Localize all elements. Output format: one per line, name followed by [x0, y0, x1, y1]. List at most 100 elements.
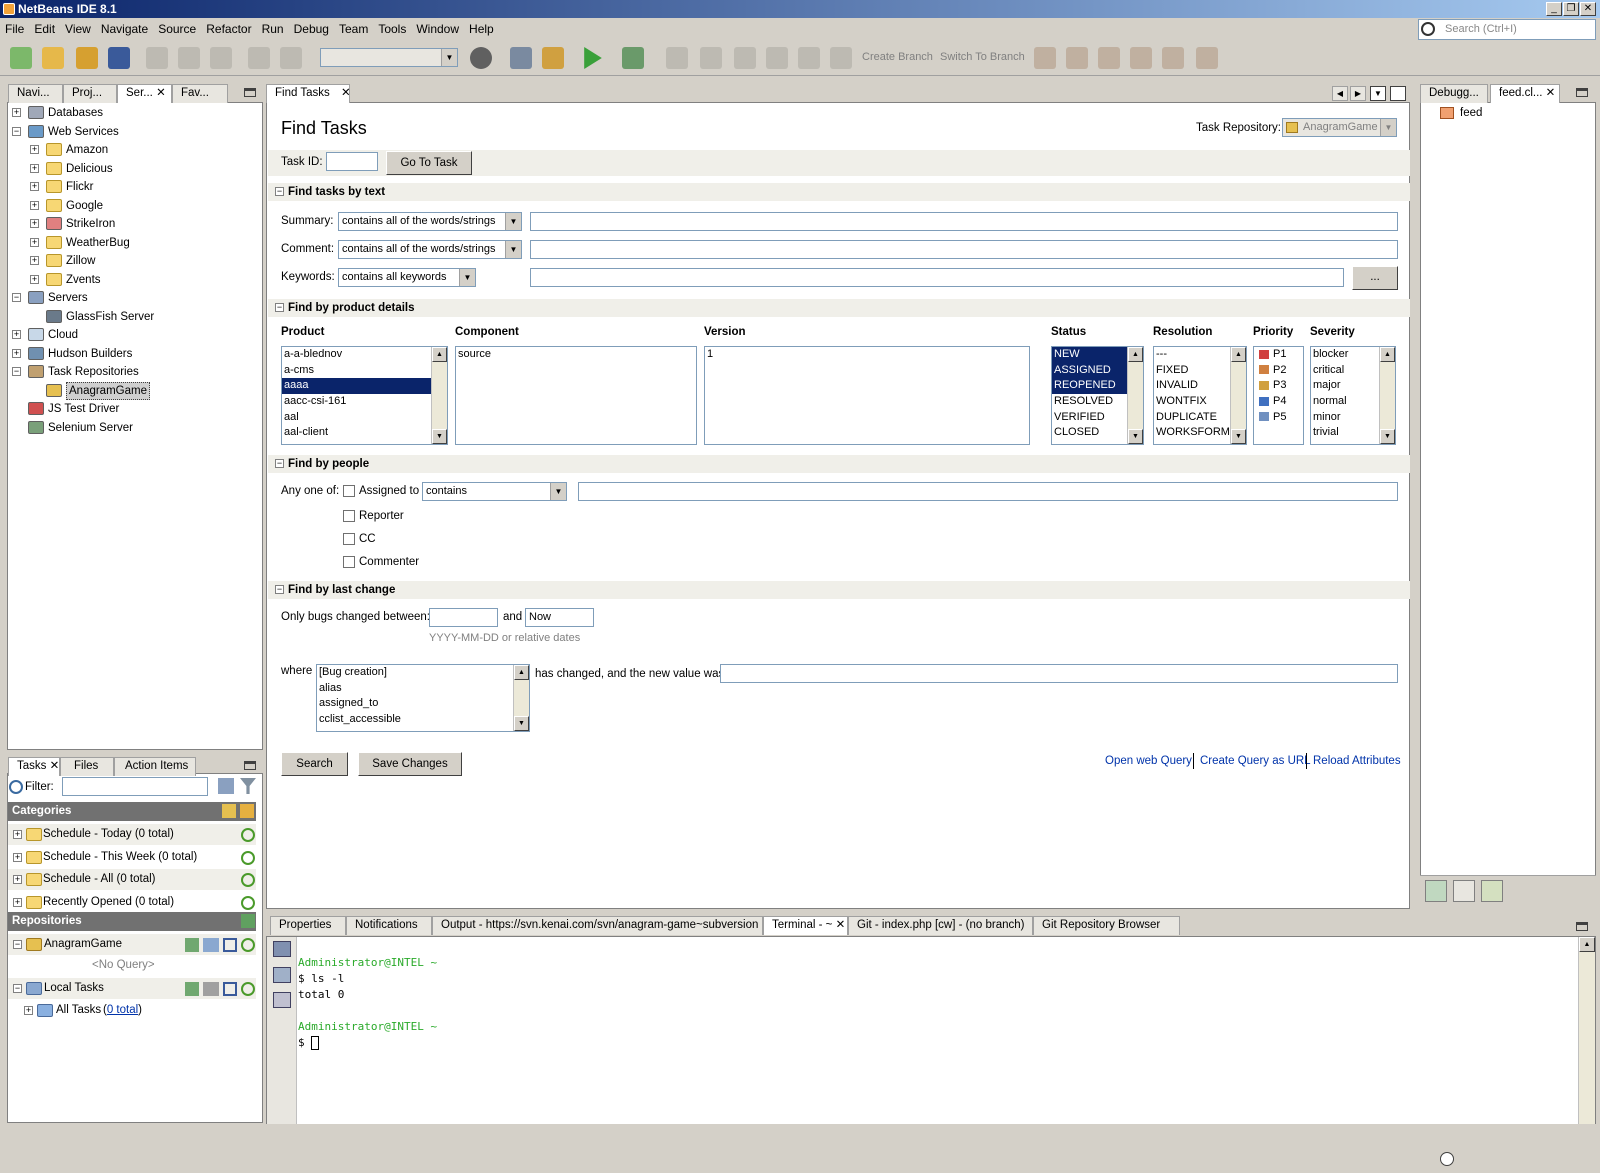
find-task-icon[interactable] [223, 982, 237, 996]
close-icon[interactable]: ✕ [341, 87, 349, 99]
tree-item[interactable]: Databases [48, 104, 103, 122]
list-item[interactable]: major [1311, 378, 1379, 394]
new-value-input[interactable] [720, 664, 1398, 683]
tree-item[interactable]: AnagramGame [66, 381, 150, 400]
commenter-checkbox[interactable] [343, 556, 355, 568]
component-list[interactable]: source [455, 346, 697, 445]
changed-field-list[interactable]: [Bug creation] alias assigned_to cclist_acc… [316, 664, 530, 732]
list-item[interactable]: --- [1154, 347, 1230, 363]
reporter-checkbox[interactable] [343, 510, 355, 522]
list-item[interactable]: aal-client [282, 425, 431, 441]
new-task-icon[interactable] [185, 982, 199, 996]
list-item[interactable]: CLOSED [1052, 425, 1127, 441]
menu-tools[interactable]: Tools [373, 19, 411, 39]
menu-source[interactable]: Source [153, 19, 201, 39]
scrollbar[interactable]: ▲ ▼ [1379, 347, 1395, 444]
menu-file[interactable]: File [0, 19, 29, 39]
vcs-merge-icon[interactable] [1130, 47, 1152, 69]
close-window-button[interactable]: ✕ [1580, 2, 1596, 16]
list-item[interactable]: P4 [1254, 394, 1303, 410]
new-file-icon[interactable] [10, 47, 32, 69]
tab-find-tasks[interactable]: Find Tasks ✕ [266, 84, 350, 103]
sort-tree-icon[interactable] [1453, 880, 1475, 902]
terminal-output[interactable]: Administrator@INTEL ~ $ ls -l total 0 Ad… [298, 955, 1568, 1051]
close-icon[interactable]: ✕ [50, 760, 59, 772]
vcs-branch-icon[interactable] [830, 47, 852, 69]
tree-item[interactable]: Task Repositories [48, 363, 139, 381]
expand-icon[interactable]: + [30, 200, 39, 210]
tab-favorites[interactable]: Fav... [172, 84, 228, 103]
scrollbar[interactable]: ▲ ▼ [1127, 347, 1143, 444]
tab-feed[interactable]: feed.cl... ✕ [1490, 84, 1560, 103]
changed-to-input[interactable]: Now [525, 608, 594, 627]
scroll-tabs-left-icon[interactable]: ◀ [1332, 86, 1348, 101]
add-category-icon[interactable] [222, 804, 236, 818]
list-item[interactable]: P3 [1254, 378, 1303, 394]
section-find-by-product[interactable]: − Find by product details [268, 299, 1410, 317]
list-item[interactable]: VERIFIED [1052, 410, 1127, 426]
tree-item[interactable]: Zillow [66, 252, 95, 270]
cc-checkbox[interactable] [343, 533, 355, 545]
expand-icon[interactable]: + [13, 830, 22, 839]
menu-run[interactable]: Run [257, 19, 289, 39]
category-item[interactable]: Schedule - This Week (0 total) [8, 846, 256, 868]
severity-list[interactable]: blocker critical major normal minor trivial ▲ ▼ [1310, 346, 1396, 445]
menu-navigate[interactable]: Navigate [96, 19, 153, 39]
tree-item[interactable]: Cloud [48, 326, 78, 344]
list-item[interactable]: P1 [1254, 347, 1303, 363]
save-changes-button[interactable]: Save Changes [358, 752, 462, 776]
debug-icon[interactable] [622, 47, 644, 69]
add-repository-icon[interactable] [241, 914, 255, 928]
task-id-input[interactable] [326, 152, 378, 171]
tab-output-1[interactable]: Notifications [346, 916, 432, 935]
profile-icon[interactable] [666, 47, 688, 69]
task-filter-input[interactable] [62, 777, 208, 796]
list-item[interactable]: REOPENED [1052, 378, 1127, 395]
summary-mode-combo[interactable]: contains all of the words/strings ▼ [338, 212, 522, 231]
version-list[interactable]: 1 [704, 346, 1030, 445]
list-item[interactable]: aacc-csi-161 [282, 394, 431, 410]
vcs-fetch-icon[interactable] [1034, 47, 1056, 69]
scrollbar[interactable]: ▲ ▼ [513, 665, 529, 731]
tab-output-4[interactable]: Git - index.php [cw] - (no branch) [848, 916, 1033, 935]
list-item[interactable]: minor [1311, 410, 1379, 426]
tree-item[interactable]: GlassFish Server [66, 308, 154, 326]
list-item[interactable]: normal [1311, 394, 1379, 410]
build-hammer-icon[interactable] [510, 47, 532, 69]
menu-edit[interactable]: Edit [29, 19, 60, 39]
new-query-icon[interactable] [203, 982, 219, 996]
tree-item[interactable]: Zvents [66, 271, 101, 289]
new-remote-terminal-icon[interactable] [273, 967, 291, 983]
list-item[interactable]: blocker [1311, 347, 1379, 363]
tab-output-0[interactable]: Properties [270, 916, 346, 935]
create-query-url-link[interactable]: Create Query as URL [1200, 755, 1311, 767]
tab-output-3[interactable]: Terminal - ~ ✕ [763, 916, 848, 935]
sort-icon[interactable] [218, 778, 234, 794]
maximize-editor-icon[interactable] [1390, 86, 1406, 101]
expand-icon[interactable]: + [30, 145, 39, 154]
resolution-list[interactable]: --- FIXED INVALID WONTFIX DUPLICATE WORKSFORM… [1153, 346, 1247, 445]
tree-item[interactable]: StrikeIron [66, 215, 115, 233]
category-item[interactable]: Recently Opened (0 total) [8, 891, 256, 913]
collapse-icon[interactable]: − [12, 293, 21, 302]
menu-debug[interactable]: Debug [289, 19, 334, 39]
terminal-settings-icon[interactable] [273, 992, 291, 1008]
search-button[interactable]: Search [281, 752, 348, 776]
minimize-panel-icon[interactable] [1576, 88, 1588, 97]
list-item[interactable]: WONTFIX [1154, 394, 1230, 410]
collapse-icon[interactable]: − [13, 984, 22, 993]
all-tasks-count[interactable]: (0 total) [103, 1004, 142, 1016]
tab-services[interactable]: Ser... ✕ [117, 84, 172, 103]
expand-icon[interactable]: + [12, 108, 21, 117]
menu-window[interactable]: Window [411, 19, 464, 39]
cut-icon[interactable] [146, 47, 168, 69]
keywords-mode-combo[interactable]: contains all keywords ▼ [338, 268, 476, 287]
tree-item[interactable]: JS Test Driver [48, 400, 119, 418]
vcs-diff-icon[interactable] [766, 47, 788, 69]
collapse-icon[interactable]: − [13, 940, 22, 949]
expand-icon[interactable]: + [30, 237, 39, 247]
find-icon[interactable] [700, 47, 722, 69]
new-project-icon[interactable] [42, 47, 64, 69]
tab-action-items[interactable]: Action Items [114, 757, 196, 776]
new-terminal-icon[interactable] [273, 941, 291, 957]
